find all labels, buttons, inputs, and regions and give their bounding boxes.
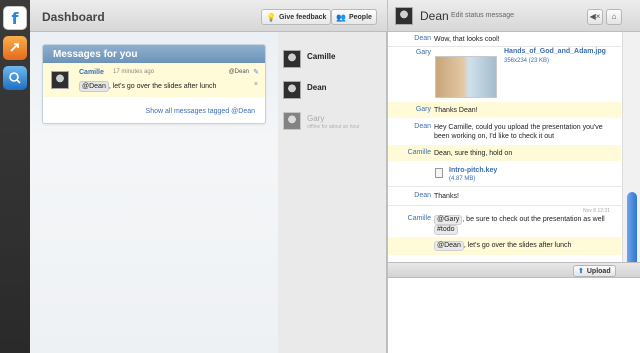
- lightbulb-icon: 💡: [266, 12, 276, 22]
- chat-scrollbar[interactable]: [622, 32, 640, 272]
- chat-header: Dean Edit status message ◀× ⌂: [388, 0, 640, 32]
- chat-message: @Dean, let's go over the slides after lu…: [388, 237, 621, 255]
- page-title: Dashboard: [42, 10, 105, 24]
- upload-button[interactable]: ⬆ Upload: [573, 265, 616, 277]
- avatar: [395, 7, 413, 25]
- message-body: , let's go over the slides after lunch: [463, 242, 572, 249]
- dashboard-toolbar: Dashboard 💡 Give feedback 👥 People: [30, 0, 387, 32]
- message-time: 17 minutes ago: [113, 69, 155, 75]
- search-icon[interactable]: [3, 66, 27, 90]
- image-thumbnail[interactable]: [435, 56, 497, 98]
- chat-user-name: Dean: [420, 9, 449, 23]
- chat-message: Camille @Gary, be sure to check out the …: [388, 213, 621, 237]
- avatar: [283, 81, 301, 99]
- message-text: Thanks!: [434, 193, 459, 200]
- people-icon: 👥: [336, 12, 346, 22]
- message-text: Hey Camille, could you upload the presen…: [434, 124, 603, 140]
- app-dock: f: [0, 0, 30, 353]
- avatar: [283, 112, 301, 130]
- give-feedback-button[interactable]: 💡 Give feedback: [261, 9, 332, 25]
- people-label: People: [348, 13, 372, 21]
- people-list: Camille Dean Gary offline for about an h…: [278, 32, 387, 353]
- message-composer[interactable]: [388, 279, 640, 353]
- messages-card-title: Messages for you: [43, 45, 265, 63]
- upload-icon: ⬆: [578, 268, 584, 275]
- attachment-link[interactable]: Intro-pitch.key: [449, 167, 497, 174]
- person-name: Camille: [307, 52, 336, 61]
- chat-toolbar: ⬆ Upload: [388, 262, 640, 278]
- mention-tag[interactable]: @Gary: [434, 215, 463, 225]
- avatar: [51, 71, 69, 89]
- hashtag[interactable]: #todo: [434, 225, 458, 235]
- message-body: , let's go over the slides after lunch: [108, 83, 217, 90]
- person-status: offline for about an hour: [307, 124, 360, 130]
- message-author[interactable]: Camille: [381, 149, 431, 156]
- mention-tag[interactable]: @Dean: [434, 241, 464, 251]
- message-body: , be sure to check out the presentation …: [462, 216, 605, 223]
- message-text: Dean, sure thing, hold on: [434, 150, 513, 157]
- messages-card: Messages for you Camille 17 minutes ago …: [42, 44, 266, 124]
- file-icon: [435, 168, 443, 178]
- person-name: Dean: [307, 83, 327, 92]
- close-icon[interactable]: ×: [254, 81, 258, 88]
- message-item[interactable]: Camille 17 minutes ago @Dean ✎ × @Dean, …: [43, 63, 265, 97]
- chat-message: Dean Hey Camille, could you upload the p…: [388, 119, 621, 143]
- message-author[interactable]: Gary: [381, 106, 431, 113]
- message-author[interactable]: Camille: [381, 215, 431, 222]
- file-link[interactable]: Hands_of_God_and_Adam.jpg: [504, 48, 606, 55]
- message-author[interactable]: Camille: [79, 69, 104, 76]
- chat-message: Gary: [388, 47, 621, 102]
- message-text: Wow, that looks cool!: [434, 36, 500, 43]
- message-text: @Gary, be sure to check out the presenta…: [434, 215, 616, 235]
- scrollbar-thumb[interactable]: [627, 192, 637, 272]
- edit-status-link[interactable]: Edit status message: [451, 12, 514, 19]
- home-icon[interactable]: ⌂: [606, 9, 622, 25]
- message-tag[interactable]: @Dean: [229, 69, 249, 75]
- avatar: [283, 50, 301, 68]
- app-logo-icon[interactable]: f: [3, 6, 27, 30]
- chat-message: Dean Thanks!: [388, 189, 621, 203]
- mute-icon[interactable]: ◀×: [587, 9, 603, 25]
- give-feedback-label: Give feedback: [278, 13, 327, 21]
- share-icon[interactable]: [3, 36, 27, 60]
- show-all-messages-link[interactable]: Show all messages tagged @Dean: [146, 108, 255, 115]
- divider: [388, 205, 621, 206]
- message-text: Thanks Dean!: [434, 107, 478, 114]
- divider: [388, 186, 621, 187]
- message-author[interactable]: Dean: [381, 35, 431, 42]
- chat-panel: Dean Edit status message ◀× ⌂ Dean Wow, …: [387, 0, 640, 353]
- chat-message: Dean Wow, that looks cool!: [388, 33, 621, 46]
- message-text: @Dean, let's go over the slides after lu…: [434, 241, 616, 251]
- message-author[interactable]: Dean: [381, 123, 431, 130]
- file-meta: 356x234 (23 KB): [504, 58, 550, 64]
- people-button[interactable]: 👥 People: [331, 9, 377, 25]
- chat-message: Gary Thanks Dean!: [388, 102, 621, 118]
- attachment-size: (4.87 MB): [449, 176, 476, 182]
- message-author[interactable]: Dean: [381, 192, 431, 199]
- mention-tag[interactable]: @Dean: [79, 81, 109, 92]
- chat-message: Camille Dean, sure thing, hold on: [388, 145, 621, 161]
- message-text: @Dean, let's go over the slides after lu…: [79, 81, 216, 92]
- person-name: Gary: [307, 114, 325, 123]
- pin-icon[interactable]: ✎: [253, 68, 259, 76]
- message-author[interactable]: Gary: [381, 49, 431, 56]
- upload-label: Upload: [586, 267, 611, 275]
